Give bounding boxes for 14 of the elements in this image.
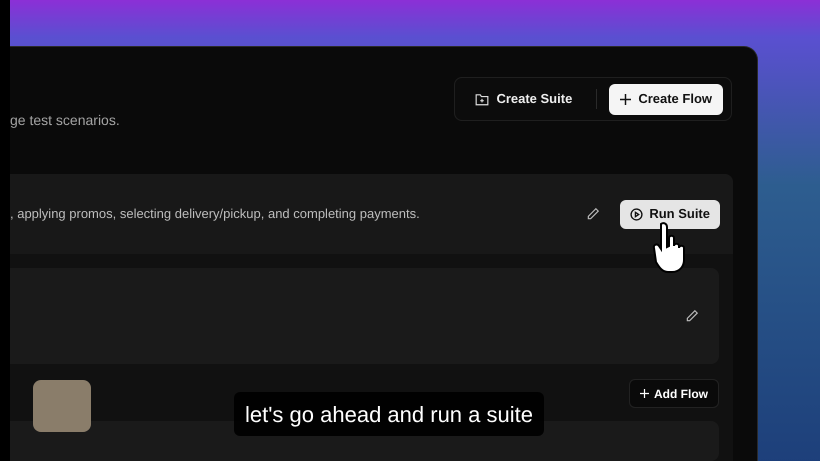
- caption: let's go ahead and run a suite: [234, 392, 544, 436]
- folder-plus-icon: [475, 92, 490, 106]
- create-flow-button[interactable]: Create Flow: [609, 84, 723, 114]
- create-suite-button[interactable]: Create Suite: [463, 84, 584, 114]
- suite-description: , applying promos, selecting delivery/pickup, and completing payments.: [10, 205, 420, 224]
- page-description: ge test scenarios.: [10, 111, 120, 130]
- plus-icon: [620, 94, 632, 104]
- photo-placeholder: [33, 380, 91, 432]
- pencil-icon[interactable]: [685, 309, 699, 323]
- play-circle-icon: [630, 208, 644, 221]
- pencil-icon[interactable]: [586, 207, 600, 222]
- run-suite-button[interactable]: Run Suite: [620, 200, 720, 229]
- add-flow-button[interactable]: Add Flow: [629, 379, 719, 408]
- plus-icon: [640, 389, 649, 398]
